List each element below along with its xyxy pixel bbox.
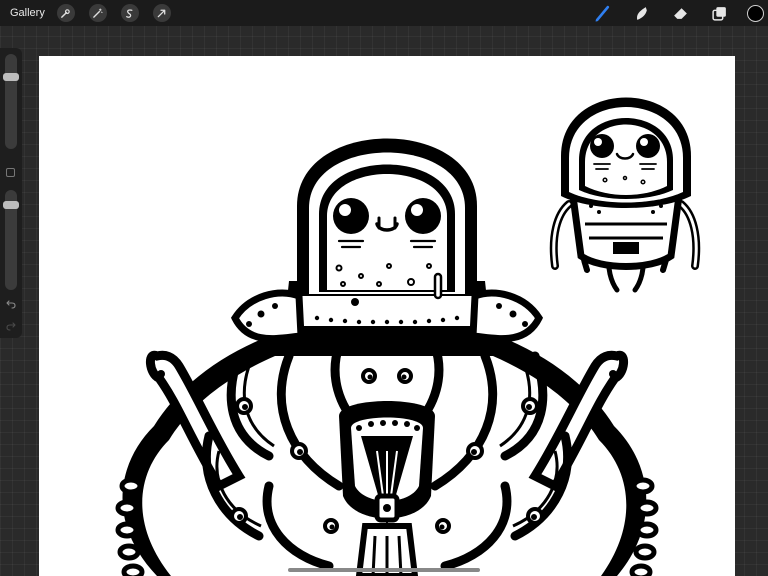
brush-sidebar bbox=[0, 48, 22, 338]
eraser-icon bbox=[673, 7, 687, 19]
canvas-artwork bbox=[115, 97, 701, 576]
tool-group bbox=[591, 0, 768, 26]
transform-arrow-icon bbox=[157, 9, 166, 17]
smudge-tool-button[interactable] bbox=[630, 2, 652, 24]
brush-size-slider[interactable] bbox=[5, 54, 17, 149]
undo-button[interactable] bbox=[4, 297, 18, 311]
paint-tool-button[interactable] bbox=[591, 2, 613, 24]
redo-button[interactable] bbox=[4, 319, 18, 333]
adjustments-button[interactable] bbox=[88, 4, 107, 22]
layers-button[interactable] bbox=[708, 2, 730, 24]
selection-icon bbox=[126, 8, 133, 18]
color-picker-button[interactable] bbox=[747, 4, 764, 22]
redo-icon bbox=[6, 322, 16, 331]
transform-button[interactable] bbox=[152, 4, 171, 22]
smudge-icon bbox=[636, 6, 647, 20]
small-astronaut-creature bbox=[549, 97, 701, 293]
opacity-thumb[interactable] bbox=[3, 201, 19, 210]
home-indicator[interactable] bbox=[288, 568, 480, 572]
top-toolbar: Gallery bbox=[0, 0, 768, 26]
actions-button[interactable] bbox=[56, 4, 75, 22]
modify-button[interactable] bbox=[6, 168, 15, 177]
brush-icon bbox=[594, 5, 609, 22]
selection-button[interactable] bbox=[120, 4, 139, 22]
magic-wand-icon bbox=[93, 7, 103, 18]
undo-icon bbox=[6, 300, 16, 309]
gallery-button[interactable]: Gallery bbox=[10, 7, 45, 19]
layers-icon bbox=[711, 6, 726, 21]
brush-size-thumb[interactable] bbox=[3, 73, 19, 82]
drawing-canvas[interactable] bbox=[39, 56, 735, 576]
wrench-icon bbox=[61, 8, 71, 18]
eraser-tool-button[interactable] bbox=[669, 2, 691, 24]
